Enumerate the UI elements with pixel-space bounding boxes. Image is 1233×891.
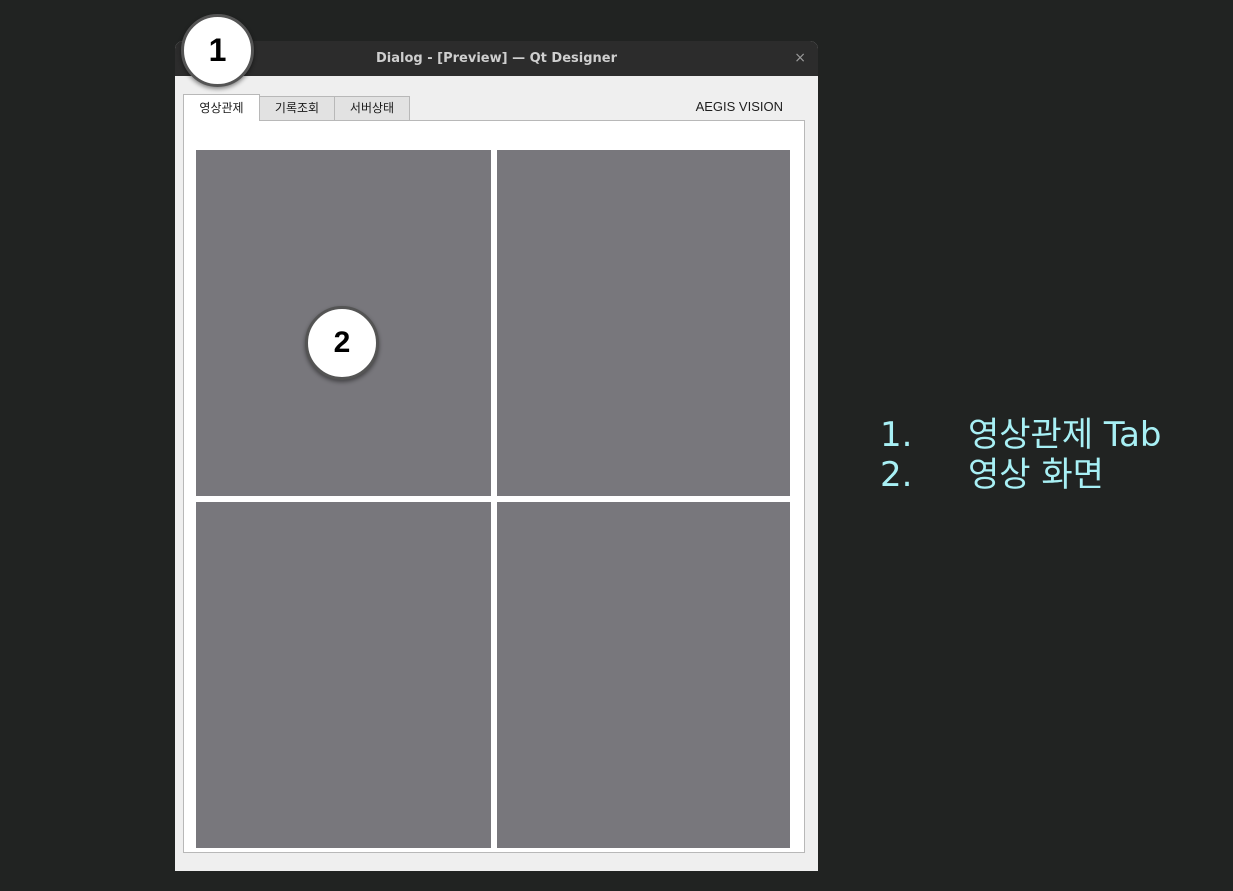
- callout-marker-2: 2: [305, 306, 379, 380]
- legend-number: 1.: [880, 415, 913, 455]
- legend-number: 2.: [880, 455, 913, 495]
- dialog-client-area: 영상관제 기록조회 서버상태 AEGIS VISION: [175, 76, 818, 871]
- close-icon[interactable]: ×: [794, 41, 806, 76]
- brand-label: AEGIS VISION: [695, 99, 783, 114]
- video-monitoring-pane: [183, 120, 805, 853]
- callout-marker-1: 1: [181, 14, 254, 87]
- tab-server-status[interactable]: 서버상태: [334, 96, 410, 120]
- legend-text: 영상관제 Tab: [968, 415, 1162, 455]
- tab-video-monitoring[interactable]: 영상관제: [183, 94, 260, 121]
- video-panel-2[interactable]: [497, 150, 790, 496]
- window-title: Dialog - [Preview] — Qt Designer: [376, 51, 617, 66]
- video-panel-3[interactable]: [196, 502, 491, 848]
- legend-text: 영상 화면: [968, 455, 1104, 495]
- window-titlebar[interactable]: Dialog - [Preview] — Qt Designer ×: [175, 41, 818, 76]
- video-panel-4[interactable]: [497, 502, 790, 848]
- tab-record-search[interactable]: 기록조회: [259, 96, 335, 120]
- qt-designer-window: Dialog - [Preview] — Qt Designer × 영상관제 …: [175, 41, 818, 871]
